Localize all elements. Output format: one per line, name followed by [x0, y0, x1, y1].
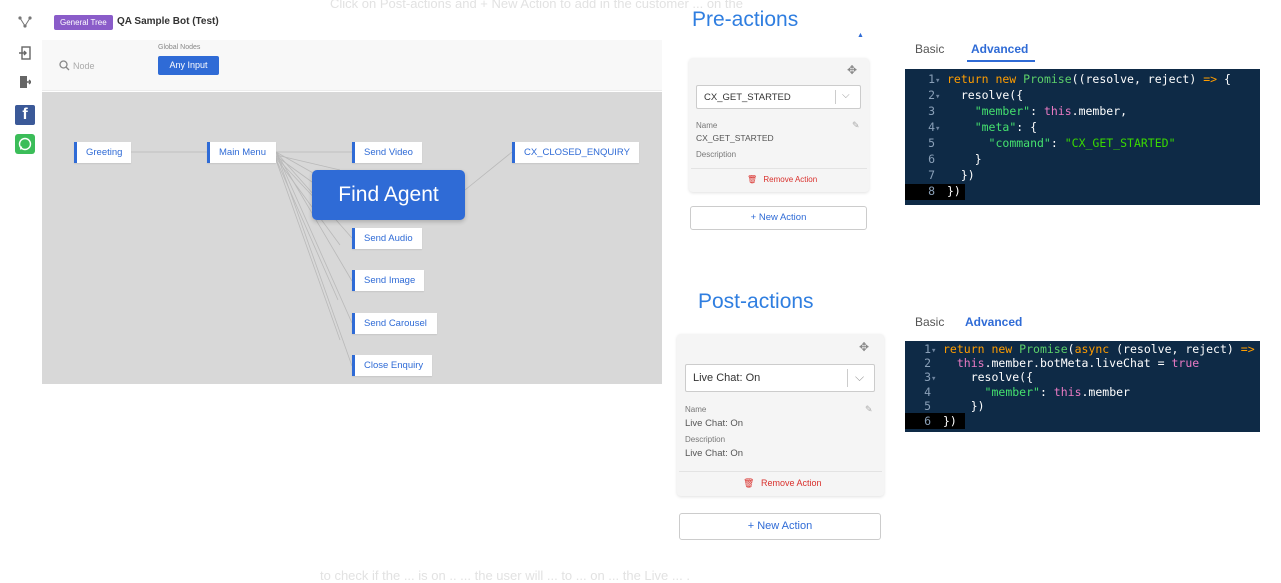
post-remove-action-label: Remove Action [760, 478, 822, 488]
card-divider [679, 471, 882, 472]
post-action-name-value: Live Chat: On [685, 418, 744, 429]
chevron-down-icon[interactable]: ⌵ [842, 90, 850, 101]
tab-advanced-bottom[interactable]: Advanced [965, 315, 1022, 329]
tab-advanced-top[interactable]: Advanced [971, 42, 1028, 56]
tab-basic-bottom[interactable]: Basic [915, 315, 944, 329]
node-send-video[interactable]: Send Video [352, 142, 422, 163]
chevron-down-icon[interactable]: ⌵ [855, 370, 864, 385]
pre-remove-action-label: Remove Action [763, 175, 818, 184]
pre-remove-action-button[interactable]: 🗑 Remove Action [747, 175, 817, 184]
drag-handle-icon[interactable]: ✥ [847, 63, 857, 77]
post-action-description-value: Live Chat: On [685, 448, 744, 459]
pre-action-description-label: Description [696, 150, 737, 159]
code-editor-pre[interactable]: 1▾ return new Promise((resolve, reject) =… [905, 69, 1260, 205]
post-actions-title: Post-actions [698, 290, 814, 313]
tab-underline [967, 60, 1035, 62]
trash-icon: 🗑 [743, 478, 755, 488]
select-separator [847, 369, 848, 387]
node-send-image[interactable]: Send Image [352, 270, 424, 291]
node-send-audio[interactable]: Send Audio [352, 228, 422, 249]
pre-action-name-label: Name [696, 121, 718, 130]
pre-new-action-button[interactable]: + New Action [690, 206, 867, 230]
background-text-bottom: to check if the ... is on .. ... the use… [320, 568, 690, 583]
edit-icon[interactable]: ✎ [865, 404, 873, 415]
card-divider [691, 168, 867, 169]
node-main-menu[interactable]: Main Menu [207, 142, 276, 163]
post-action-select-value: Live Chat: On [693, 372, 761, 384]
node-greeting[interactable]: Greeting [74, 142, 131, 163]
collapse-icon[interactable]: ▲ [857, 32, 864, 39]
post-new-action-button[interactable]: + New Action [679, 513, 881, 540]
pre-actions-title: Pre-actions [692, 8, 799, 31]
pre-action-select[interactable]: CX_GET_STARTED ⌵ [696, 85, 861, 109]
select-separator [835, 90, 836, 104]
post-action-name-label: Name [685, 405, 707, 414]
code-editor-post[interactable]: 1▾ return new Promise(async (resolve, rej… [905, 341, 1268, 432]
trash-icon: 🗑 [747, 175, 758, 184]
post-action-description-label: Description [685, 435, 726, 444]
node-cx-closed-enquiry[interactable]: CX_CLOSED_ENQUIRY [512, 142, 639, 163]
pre-action-select-value: CX_GET_STARTED [704, 92, 791, 103]
post-action-select[interactable]: Live Chat: On ⌵ [685, 364, 875, 392]
edit-icon[interactable]: ✎ [852, 120, 860, 131]
node-find-agent[interactable]: Find Agent [312, 170, 465, 220]
tab-basic-top[interactable]: Basic [915, 42, 944, 56]
node-close-enquiry[interactable]: Close Enquiry [352, 355, 432, 376]
drag-handle-icon[interactable]: ✥ [859, 340, 869, 354]
pre-action-name-value: CX_GET_STARTED [696, 133, 774, 143]
node-send-carousel[interactable]: Send Carousel [352, 313, 437, 334]
post-remove-action-button[interactable]: 🗑 Remove Action [743, 478, 821, 489]
